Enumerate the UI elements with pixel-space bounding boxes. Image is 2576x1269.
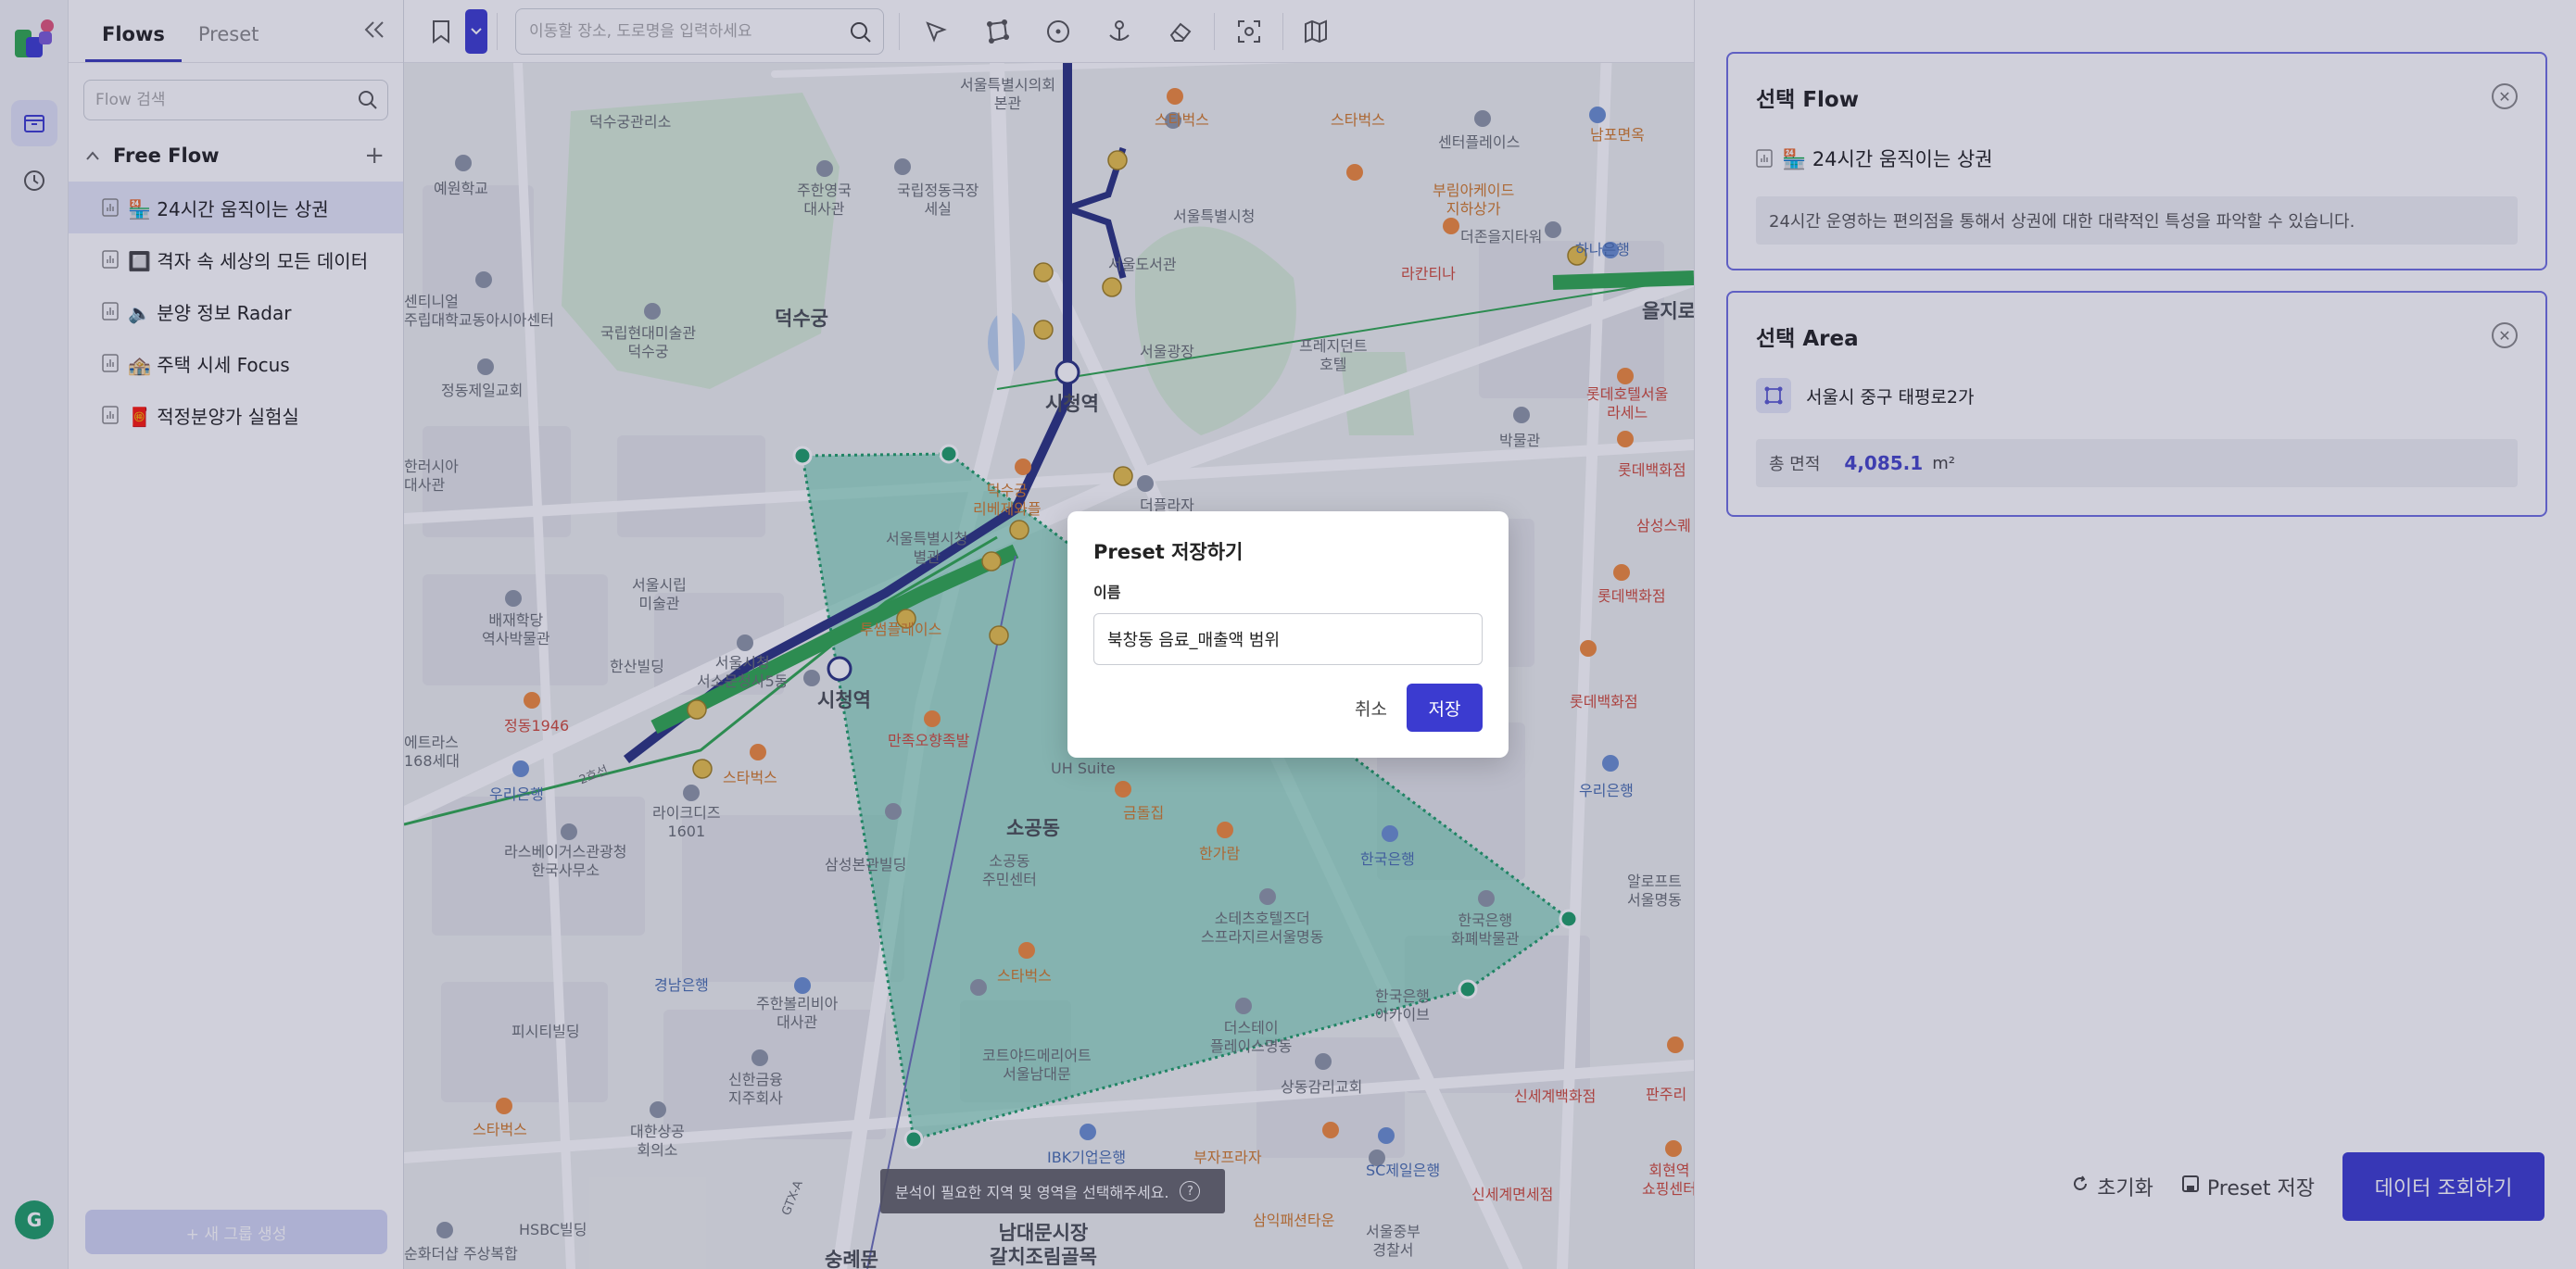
preset-name-input[interactable] [1093,613,1483,665]
preset-name-label: 이름 [1093,584,1121,601]
cancel-button[interactable]: 취소 [1355,684,1387,732]
preset-save-dialog: Preset 저장하기 이름 취소 저장 [1067,511,1509,758]
save-button[interactable]: 저장 [1407,684,1483,732]
dialog-title: Preset 저장하기 [1093,541,1244,563]
